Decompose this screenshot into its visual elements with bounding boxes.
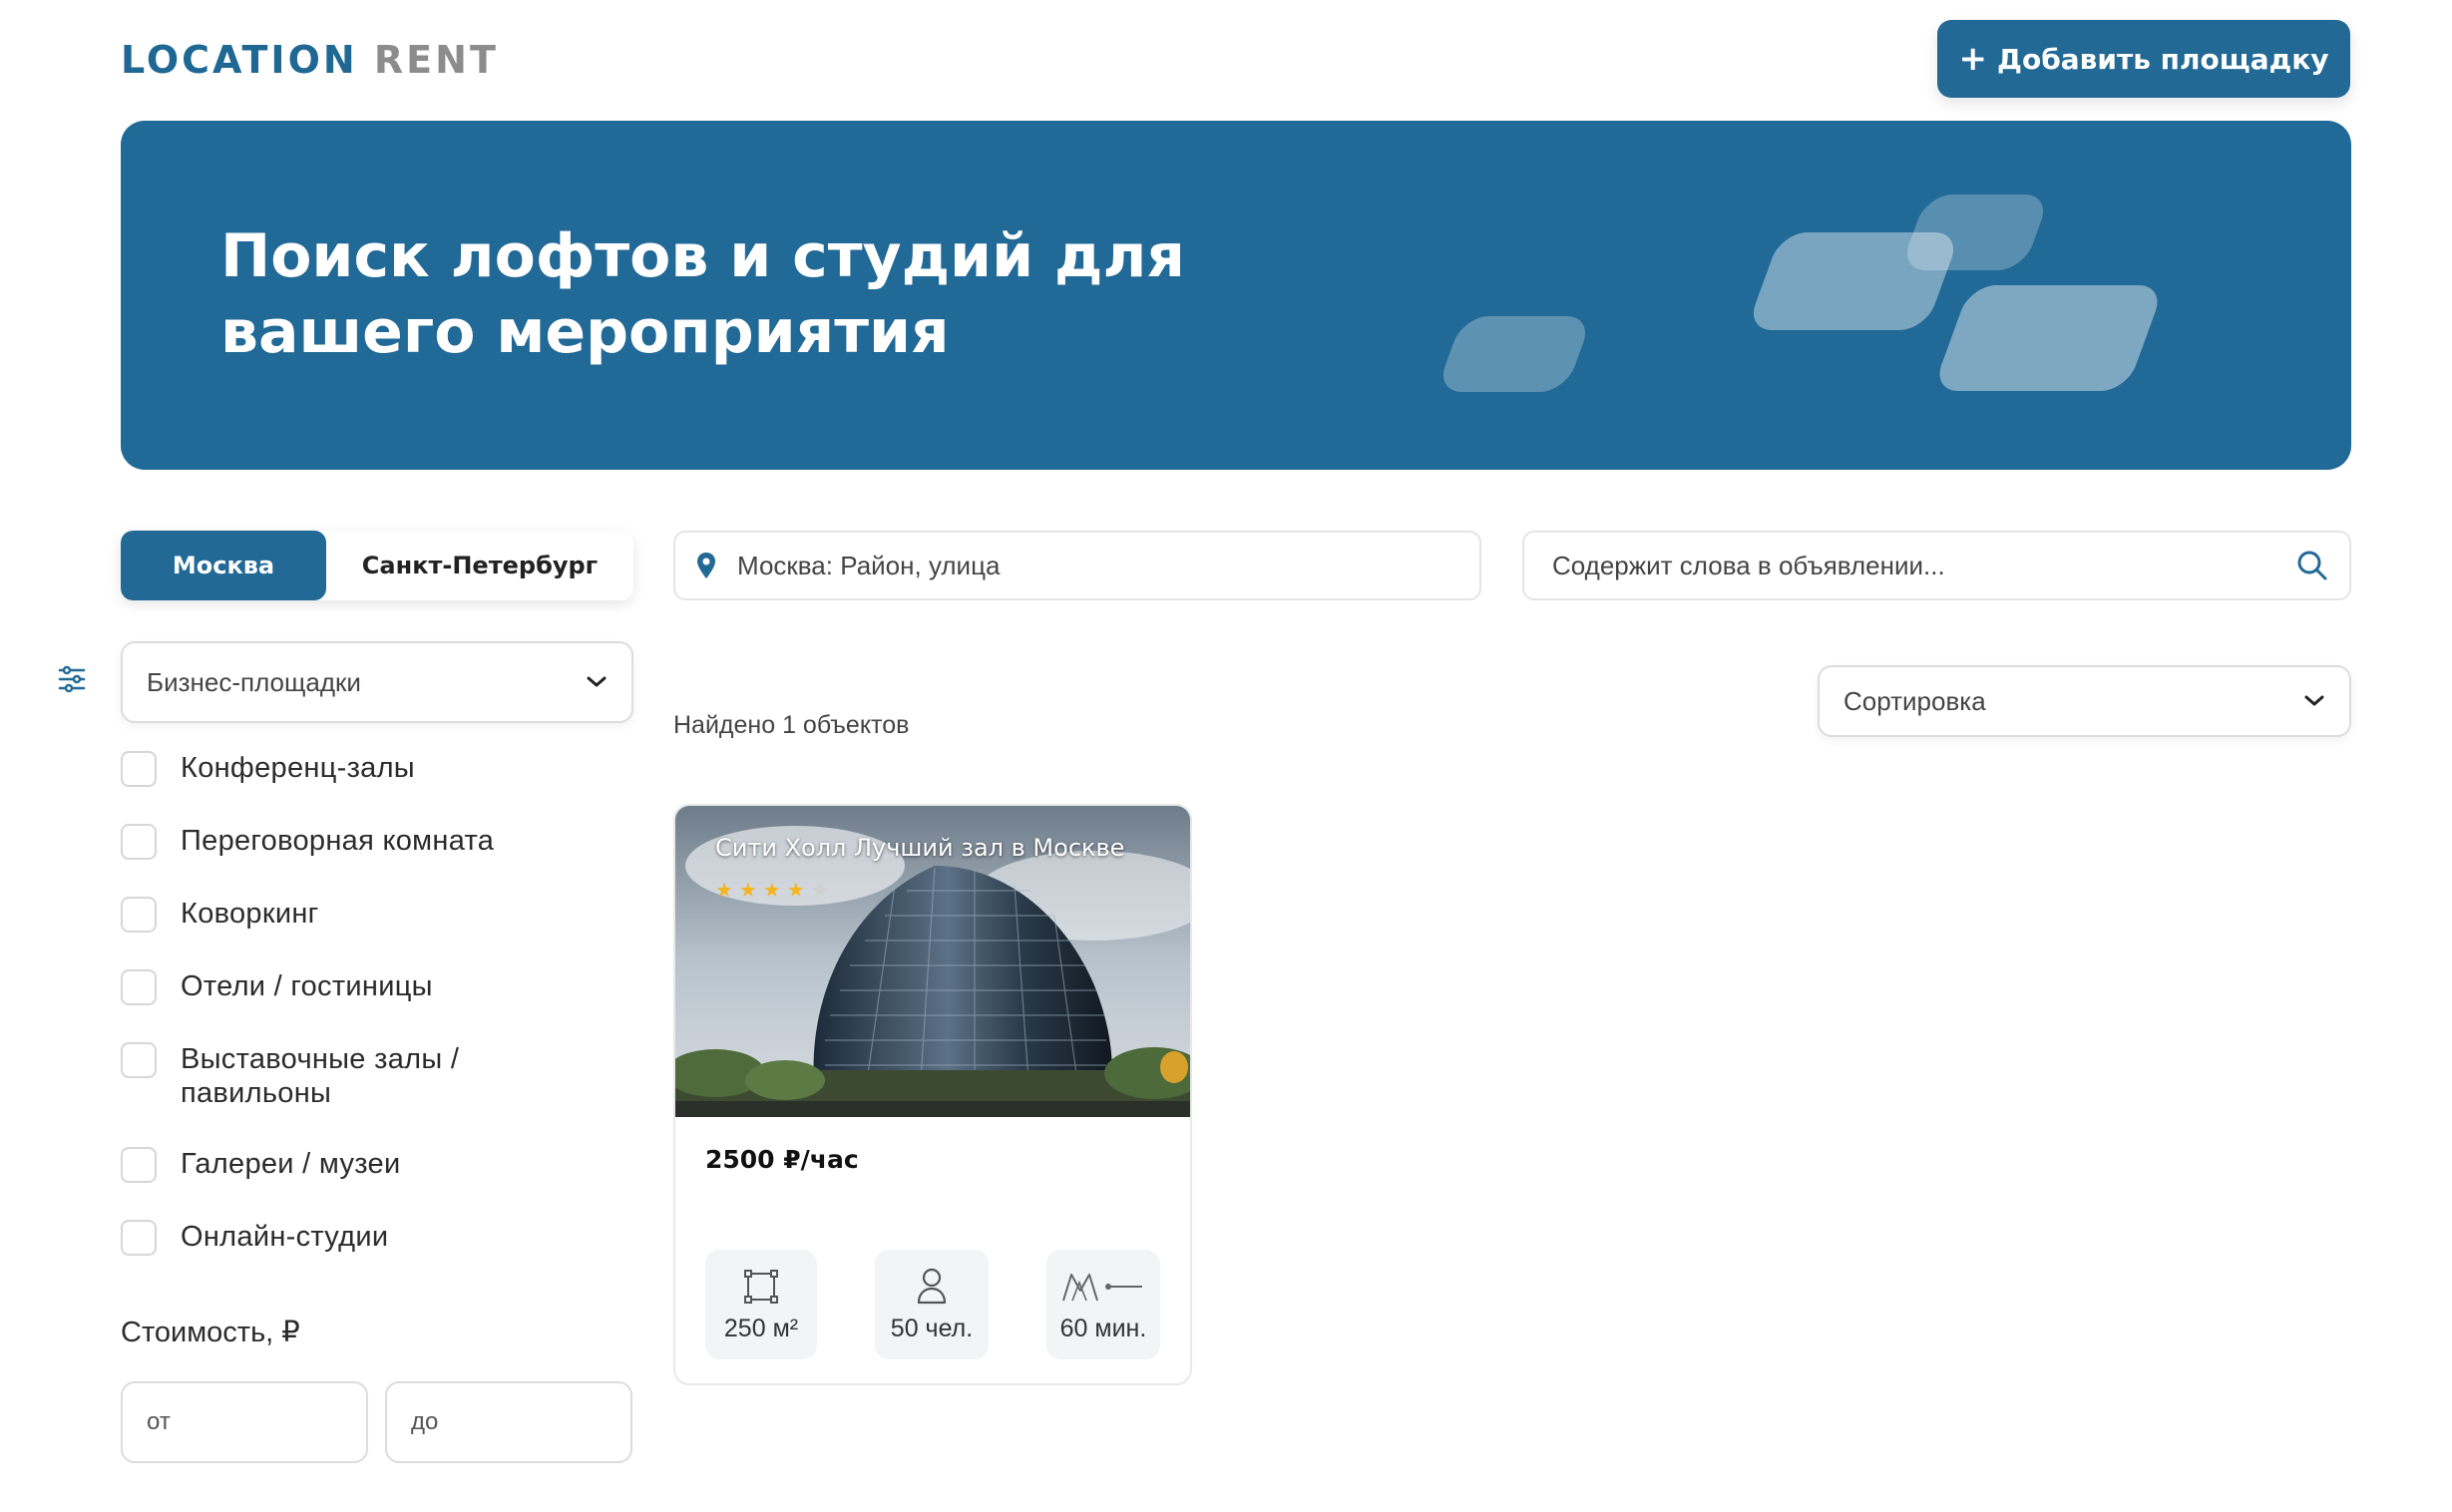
metro-walk-icon <box>1062 1274 1142 1302</box>
keyword-search-input[interactable]: Содержит слова в объявлении... <box>1522 531 2351 600</box>
category-option[interactable]: Выставочные залы / павильоны <box>121 1042 639 1110</box>
venue-metro-time: 60 мин. <box>1059 1315 1147 1342</box>
checkbox[interactable] <box>121 1220 157 1256</box>
venue-capacity: 50 чел. <box>890 1315 974 1342</box>
banner-title: Поиск лофтов и студий для вашего меропри… <box>220 218 1318 370</box>
checkbox[interactable] <box>121 897 157 933</box>
sliders-icon[interactable] <box>58 665 86 693</box>
venue-area-stat: 250 м² <box>705 1250 817 1359</box>
category-option[interactable]: Отели / гостиницы <box>121 969 639 1005</box>
sort-select-label: Сортировка <box>1843 685 1986 716</box>
category-option[interactable]: Онлайн-студии <box>121 1220 639 1256</box>
add-venue-button[interactable]: + Добавить площадку <box>1937 20 2350 98</box>
category-select[interactable]: Бизнес-площадки <box>121 641 633 723</box>
city-tab-moscow[interactable]: Москва <box>121 531 326 600</box>
venue-metro-stat: 60 мин. <box>1046 1250 1160 1359</box>
city-tab-spb[interactable]: Санкт-Петербург <box>326 531 633 600</box>
checkbox[interactable] <box>121 751 157 787</box>
decorative-shape <box>1435 316 1593 392</box>
chevron-down-icon <box>587 676 607 687</box>
star-icon: ★ <box>738 880 757 902</box>
banner-title-line2: вашего мероприятия <box>220 297 950 367</box>
decorative-shape <box>1931 285 2166 391</box>
category-option[interactable]: Переговорная комната <box>121 824 639 860</box>
keyword-search-placeholder: Содержит слова в объявлении... <box>1552 550 1945 580</box>
person-icon <box>917 1268 947 1305</box>
venue-capacity-stat: 50 чел. <box>875 1250 989 1359</box>
price-to-input[interactable]: до <box>385 1381 632 1463</box>
results-count: Найдено 1 объектов <box>673 711 910 739</box>
square-area-icon <box>744 1270 778 1304</box>
logo[interactable]: LOCATION RENT <box>121 38 499 82</box>
banner-title-line1: Поиск лофтов и студий для <box>220 221 1185 291</box>
category-select-value: Бизнес-площадки <box>147 666 361 697</box>
category-option[interactable]: Конференц-залы <box>121 751 639 787</box>
checkbox[interactable] <box>121 1042 157 1078</box>
price-from-placeholder: от <box>147 1408 171 1435</box>
venue-card[interactable]: Сити Холл Лучший зал в Москве ★ ★ ★ ★ ★ … <box>673 804 1192 1385</box>
category-option[interactable]: Коворкинг <box>121 897 639 933</box>
category-option-label: Переговорная комната <box>181 825 495 857</box>
price-from-input[interactable]: от <box>121 1381 368 1463</box>
category-option[interactable]: Галереи / музеи <box>121 1147 639 1183</box>
category-option-label: Конференц-залы <box>181 752 415 784</box>
logo-word-rent: RENT <box>373 38 499 82</box>
chevron-down-icon <box>2304 695 2324 706</box>
map-pin-icon <box>697 553 715 578</box>
star-icon: ★ <box>810 880 829 902</box>
checkbox[interactable] <box>121 824 157 860</box>
plus-icon: + <box>1958 39 1988 79</box>
search-icon[interactable] <box>2295 549 2329 582</box>
star-icon: ★ <box>762 880 781 902</box>
add-venue-button-label: Добавить площадку <box>1997 42 2329 76</box>
checkbox[interactable] <box>121 969 157 1005</box>
location-search-input[interactable]: Москва: Район, улица <box>673 531 1481 600</box>
category-option-label: Выставочные залы / павильоны <box>181 1043 460 1109</box>
checkbox[interactable] <box>121 1147 157 1183</box>
venue-title: Сити Холл Лучший зал в Москве <box>715 834 1125 862</box>
category-option-label: Коворкинг <box>181 898 319 930</box>
venue-area: 250 м² <box>723 1315 799 1342</box>
sort-select[interactable]: Сортировка <box>1818 665 2351 737</box>
rating-stars: ★ ★ ★ ★ ★ <box>715 878 829 903</box>
price-to-placeholder: до <box>411 1408 439 1435</box>
category-option-label: Галереи / музеи <box>181 1148 401 1180</box>
price-label: Стоимость, ₽ <box>121 1317 300 1348</box>
location-search-placeholder: Москва: Район, улица <box>737 550 1001 580</box>
hero-banner: Поиск лофтов и студий для вашего меропри… <box>121 121 2351 470</box>
star-icon: ★ <box>786 880 805 902</box>
category-option-label: Онлайн-студии <box>181 1221 389 1253</box>
category-checkbox-list: Конференц-залы Переговорная комната Ково… <box>121 751 639 1293</box>
logo-word-location: LOCATION <box>121 38 358 82</box>
star-icon: ★ <box>715 880 733 902</box>
city-toggle: Москва Санкт-Петербург <box>121 531 633 600</box>
decorative-shape <box>1746 232 1961 330</box>
venue-price: 2500 ₽/час <box>705 1145 859 1174</box>
venue-photo[interactable]: Сити Холл Лучший зал в Москве ★ ★ ★ ★ ★ <box>675 806 1190 1117</box>
category-option-label: Отели / гостиницы <box>181 970 433 1002</box>
